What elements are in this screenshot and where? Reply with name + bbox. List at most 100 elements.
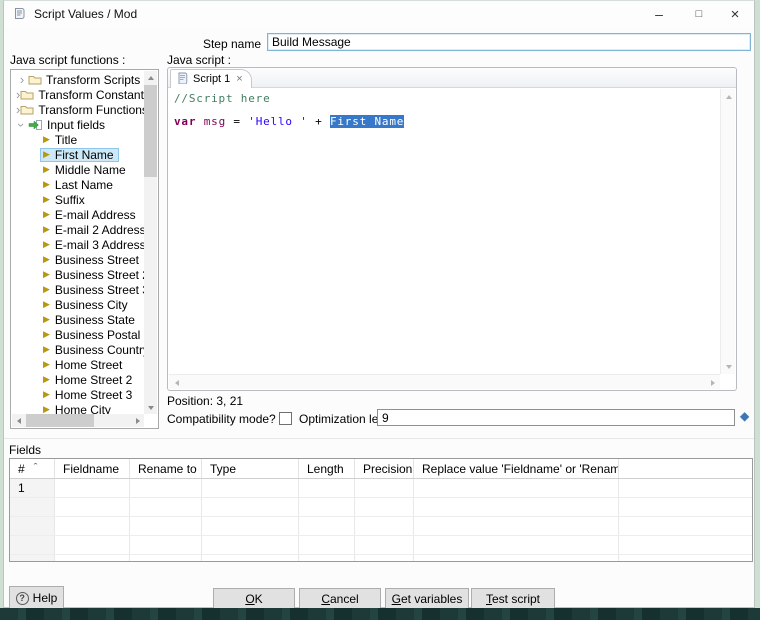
table-cell[interactable]	[130, 555, 202, 562]
variable-icon[interactable]: ◆	[740, 409, 749, 423]
editor-scroll-left-icon[interactable]	[169, 375, 184, 390]
maximize-button[interactable]: □	[684, 1, 714, 27]
table-cell[interactable]	[414, 555, 619, 562]
tree-item-title[interactable]: ▶Title	[12, 132, 144, 147]
table-cell[interactable]	[55, 555, 130, 562]
table-row	[10, 517, 752, 536]
table-cell[interactable]	[130, 498, 202, 516]
table-cell[interactable]	[202, 498, 299, 516]
title-bar[interactable]: Script Values / Mod – □ ×	[4, 1, 754, 27]
row-number-cell[interactable]: 1	[10, 479, 55, 497]
table-cell[interactable]	[55, 498, 130, 516]
ok-button[interactable]: OK	[213, 588, 295, 610]
tree-item-home-street-3[interactable]: ▶Home Street 3	[12, 387, 144, 402]
tree-item-business-postal-code[interactable]: ▶Business Postal Code	[12, 327, 144, 342]
optimization-level-input[interactable]	[377, 409, 735, 426]
table-cell[interactable]	[55, 517, 130, 535]
tree-item-input-fields[interactable]: ›Input fields	[12, 117, 144, 132]
field-arrow-icon: ▶	[43, 240, 50, 249]
editor-vertical-scrollbar[interactable]	[720, 89, 735, 374]
table-cell[interactable]	[355, 555, 414, 562]
tree-item-transform-functions[interactable]: ›Transform Functions	[12, 102, 144, 117]
minimize-button[interactable]: –	[644, 1, 674, 27]
table-cell[interactable]	[355, 536, 414, 554]
tree-item-business-street[interactable]: ▶Business Street	[12, 252, 144, 267]
table-cell[interactable]	[130, 479, 202, 497]
tree-item-business-street-3[interactable]: ▶Business Street 3	[12, 282, 144, 297]
column-header-fieldname[interactable]: Fieldname	[55, 459, 130, 478]
editor-horizontal-scrollbar[interactable]	[169, 374, 720, 389]
table-cell[interactable]	[299, 536, 355, 554]
close-button[interactable]: ×	[720, 1, 750, 27]
test-script-button[interactable]: Test script	[471, 588, 555, 610]
tree-vscroll-thumb[interactable]	[144, 85, 157, 177]
column-header-filler	[619, 459, 752, 478]
table-cell[interactable]	[202, 555, 299, 562]
table-cell[interactable]	[202, 536, 299, 554]
compatibility-mode-checkbox[interactable]	[279, 412, 292, 425]
column-header-[interactable]: #ˆ	[10, 459, 55, 478]
help-button[interactable]: ? Help	[9, 586, 64, 610]
column-header-precision[interactable]: Precision	[355, 459, 414, 478]
tab-close-icon[interactable]: ×	[236, 73, 242, 85]
get-variables-button[interactable]: Get variables	[385, 588, 469, 610]
tree-item-home-street[interactable]: ▶Home Street	[12, 357, 144, 372]
tree-item-business-city[interactable]: ▶Business City	[12, 297, 144, 312]
row-number-cell[interactable]	[10, 498, 55, 516]
table-cell[interactable]	[355, 479, 414, 497]
row-number-cell[interactable]	[10, 555, 55, 562]
column-header-type[interactable]: Type	[202, 459, 299, 478]
step-name-input[interactable]	[267, 33, 751, 51]
tree-horizontal-scrollbar[interactable]	[12, 414, 144, 427]
tree-item-first-name[interactable]: ▶First Name	[12, 147, 144, 162]
table-cell[interactable]	[414, 479, 619, 497]
table-cell[interactable]	[414, 517, 619, 535]
collapse-icon[interactable]: ›	[16, 119, 26, 131]
tree-item-e-mail-2-address[interactable]: ▶E-mail 2 Address	[12, 222, 144, 237]
table-cell[interactable]	[55, 536, 130, 554]
tree-vertical-scrollbar[interactable]	[144, 71, 157, 414]
table-cell[interactable]	[130, 536, 202, 554]
table-cell[interactable]	[55, 479, 130, 497]
tree-item-business-street-2[interactable]: ▶Business Street 2	[12, 267, 144, 282]
table-cell[interactable]	[355, 517, 414, 535]
row-number-cell[interactable]	[10, 536, 55, 554]
tree-item-suffix[interactable]: ▶Suffix	[12, 192, 144, 207]
editor-scroll-up-icon[interactable]	[721, 89, 736, 104]
tree-item-transform-constants[interactable]: ›Transform Constants	[12, 87, 144, 102]
table-cell[interactable]	[202, 479, 299, 497]
expand-icon[interactable]: ›	[16, 75, 28, 85]
tree-item-last-name[interactable]: ▶Last Name	[12, 177, 144, 192]
table-cell[interactable]	[130, 517, 202, 535]
table-cell[interactable]	[299, 498, 355, 516]
tree-hscroll-thumb[interactable]	[26, 414, 94, 427]
tree-item-business-country[interactable]: ▶Business Country	[12, 342, 144, 357]
tree-item-transform-scripts[interactable]: ›Transform Scripts	[12, 72, 144, 87]
tree-item-middle-name[interactable]: ▶Middle Name	[12, 162, 144, 177]
table-cell[interactable]	[202, 517, 299, 535]
tree-item-e-mail-address[interactable]: ▶E-mail Address	[12, 207, 144, 222]
scroll-left-icon[interactable]	[12, 414, 25, 427]
tab-script-1[interactable]: Script 1 ×	[170, 69, 252, 88]
editor-scroll-right-icon[interactable]	[705, 375, 720, 390]
scroll-up-icon[interactable]	[144, 71, 157, 84]
cancel-button[interactable]: Cancel	[299, 588, 381, 610]
tree-item-business-state[interactable]: ▶Business State	[12, 312, 144, 327]
table-cell[interactable]	[299, 555, 355, 562]
table-cell[interactable]	[355, 498, 414, 516]
code-editor-area[interactable]: //Script herevar msg = 'Hello ' + First …	[169, 89, 720, 374]
column-header-length[interactable]: Length	[299, 459, 355, 478]
column-header-rename-to[interactable]: Rename to	[130, 459, 202, 478]
tree-item-e-mail-3-address[interactable]: ▶E-mail 3 Address	[12, 237, 144, 252]
tree-item-home-street-2[interactable]: ▶Home Street 2	[12, 372, 144, 387]
table-cell[interactable]	[299, 517, 355, 535]
scroll-down-icon[interactable]	[144, 401, 157, 414]
scroll-right-icon[interactable]	[131, 414, 144, 427]
tree-item-home-city[interactable]: ▶Home City	[12, 402, 144, 414]
table-cell[interactable]	[414, 498, 619, 516]
column-header-replace-value-fieldname-or-rename-to[interactable]: Replace value 'Fieldname' or 'Rename to'	[414, 459, 619, 478]
table-cell[interactable]	[414, 536, 619, 554]
row-number-cell[interactable]	[10, 517, 55, 535]
editor-scroll-down-icon[interactable]	[721, 359, 736, 374]
table-cell[interactable]	[299, 479, 355, 497]
